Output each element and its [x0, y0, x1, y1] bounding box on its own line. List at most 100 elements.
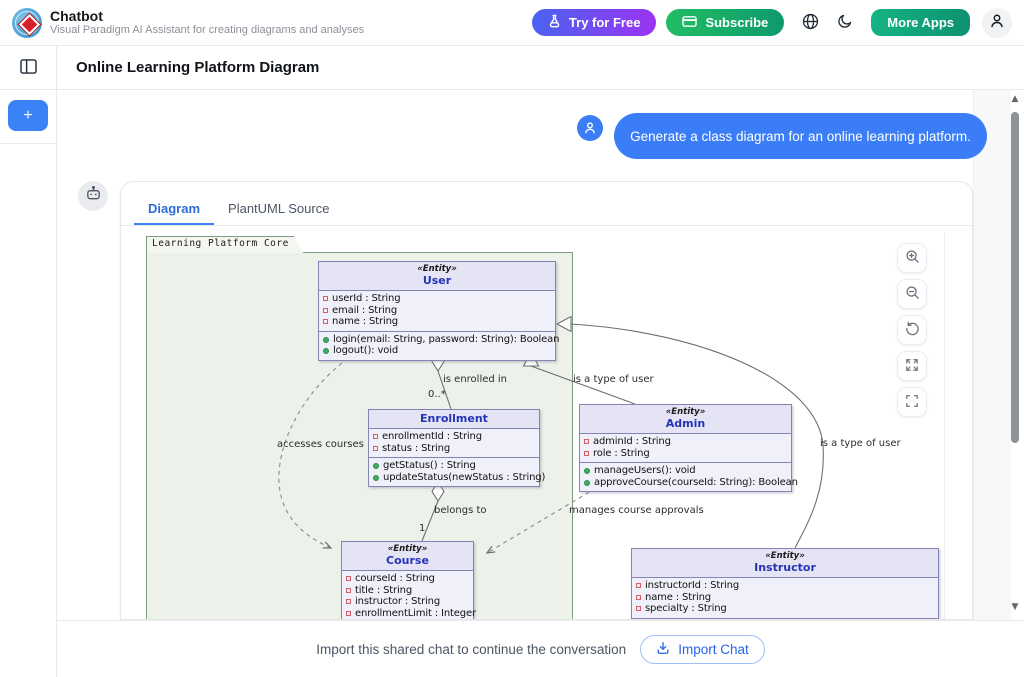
edge-multiplicity: 0..*	[428, 389, 446, 400]
attribute-row: instructor : String	[346, 596, 469, 608]
private-attribute-icon	[323, 319, 328, 324]
tab-bar: Diagram PlantUML Source	[121, 182, 972, 226]
edge-label: belongs to	[434, 505, 487, 516]
zoom-out-button[interactable]	[897, 279, 927, 309]
app-window: Chatbot Visual Paradigm AI Assistant for…	[0, 0, 1024, 677]
attribute-row: specialty : String	[636, 603, 934, 615]
robot-icon	[85, 185, 102, 207]
stereotype: «Entity»	[323, 264, 551, 274]
method-row: login(email: String, password: String): …	[323, 334, 551, 346]
tab-diagram[interactable]: Diagram	[134, 193, 214, 225]
language-globe-button[interactable]	[802, 13, 819, 33]
attribute-row: email : String	[323, 305, 551, 317]
private-attribute-icon	[346, 588, 351, 593]
brand-block: Chatbot Visual Paradigm AI Assistant for…	[50, 9, 364, 37]
method-row: updateStatus(newStatus : String)	[373, 472, 535, 484]
sidebar: +	[0, 46, 57, 677]
class-user[interactable]: «Entity» User userId : String email : St…	[318, 261, 556, 361]
stereotype: «Entity»	[636, 551, 934, 561]
try-for-free-button[interactable]: Try for Free	[532, 9, 657, 36]
class-name: Instructor	[636, 561, 934, 574]
public-method-icon	[373, 475, 379, 481]
diagram-canvas[interactable]: Learning Platform Core	[145, 232, 945, 620]
credit-card-icon	[682, 15, 697, 31]
attribute-row: enrollmentId : String	[373, 431, 535, 443]
subscribe-button[interactable]: Subscribe	[666, 9, 784, 36]
app-title: Chatbot	[50, 9, 364, 24]
method-row: manageUsers(): void	[584, 465, 787, 477]
edge-label: is a type of user	[573, 374, 654, 385]
private-attribute-icon	[584, 451, 589, 456]
attribute-row: enrollmentLimit : Integer	[346, 608, 469, 620]
download-icon	[656, 641, 670, 658]
flask-icon	[548, 14, 561, 31]
method-row: approveCourse(courseId: String): Boolean	[584, 477, 787, 489]
private-attribute-icon	[636, 583, 641, 588]
class-name: Course	[346, 554, 469, 567]
moon-icon	[837, 13, 853, 32]
reset-view-button[interactable]	[897, 315, 927, 345]
private-attribute-icon	[636, 595, 641, 600]
page-title: Online Learning Platform Diagram	[76, 59, 319, 76]
private-attribute-icon	[636, 606, 641, 611]
fullscreen-button[interactable]	[897, 387, 927, 417]
right-gutter	[973, 90, 1011, 620]
zoom-in-button[interactable]	[897, 243, 927, 273]
edge-label: manages course approvals	[569, 505, 704, 516]
public-method-icon	[584, 480, 590, 486]
user-message-bubble: Generate a class diagram for an online l…	[614, 113, 987, 159]
class-instructor[interactable]: «Entity» Instructor instructorId : Strin…	[631, 548, 939, 620]
public-method-icon	[373, 463, 379, 469]
account-button[interactable]	[982, 8, 1012, 38]
edge-multiplicity: 1	[419, 523, 425, 534]
new-chat-button[interactable]: +	[8, 100, 48, 131]
class-name: Enrollment	[373, 412, 535, 425]
scroll-up-arrow[interactable]: ▲	[1010, 94, 1020, 104]
class-admin[interactable]: «Entity» Admin adminId : String role : S…	[579, 404, 792, 492]
class-enrollment[interactable]: Enrollment enrollmentId : String status …	[368, 409, 540, 487]
import-hint-text: Import this shared chat to continue the …	[316, 642, 626, 657]
public-method-icon	[323, 337, 329, 343]
edge-label: accesses courses	[277, 439, 364, 450]
reset-icon	[905, 321, 920, 339]
fullscreen-icon	[905, 394, 919, 411]
zoom-in-icon	[905, 249, 920, 267]
class-name: Admin	[584, 417, 787, 430]
attribute-row: name : String	[323, 316, 551, 328]
title-bar: Online Learning Platform Diagram	[57, 46, 1024, 90]
attribute-row: status : String	[373, 443, 535, 455]
attribute-row: courseId : String	[346, 573, 469, 585]
edge-label: is a type of user	[820, 438, 901, 449]
scroll-down-arrow[interactable]: ▼	[1010, 602, 1020, 612]
stereotype: «Entity»	[584, 407, 787, 417]
attribute-row: name : String	[636, 592, 934, 604]
tab-plantuml-source[interactable]: PlantUML Source	[214, 193, 343, 225]
attribute-row: userId : String	[323, 293, 551, 305]
globe-icon	[802, 13, 819, 33]
private-attribute-icon	[373, 434, 378, 439]
class-course[interactable]: «Entity» Course courseId : String title …	[341, 541, 474, 620]
private-attribute-icon	[373, 446, 378, 451]
expand-icon	[905, 358, 919, 375]
dark-mode-button[interactable]	[837, 13, 853, 32]
user-avatar	[577, 115, 603, 141]
more-apps-button[interactable]: More Apps	[871, 9, 970, 36]
sidebar-toggle-button[interactable]	[20, 59, 37, 77]
import-chat-button[interactable]: Import Chat	[640, 635, 765, 664]
assistant-response-card: Diagram PlantUML Source Learning Platfor…	[120, 181, 973, 620]
class-name: User	[323, 274, 551, 287]
private-attribute-icon	[346, 576, 351, 581]
sidebar-divider	[0, 143, 56, 144]
scrollbar-thumb[interactable]	[1011, 112, 1019, 443]
zoom-out-icon	[905, 285, 920, 303]
chat-viewport[interactable]: Generate a class diagram for an online l…	[57, 90, 1024, 620]
app-header: Chatbot Visual Paradigm AI Assistant for…	[0, 0, 1024, 46]
expand-button[interactable]	[897, 351, 927, 381]
stereotype: «Entity»	[346, 544, 469, 554]
app-subtitle: Visual Paradigm AI Assistant for creatin…	[50, 24, 364, 37]
import-footer: Import this shared chat to continue the …	[57, 620, 1024, 677]
method-row: getStatus() : String	[373, 460, 535, 472]
package-tab: Learning Platform Core	[146, 236, 304, 253]
private-attribute-icon	[584, 439, 589, 444]
visual-paradigm-logo	[12, 8, 42, 38]
